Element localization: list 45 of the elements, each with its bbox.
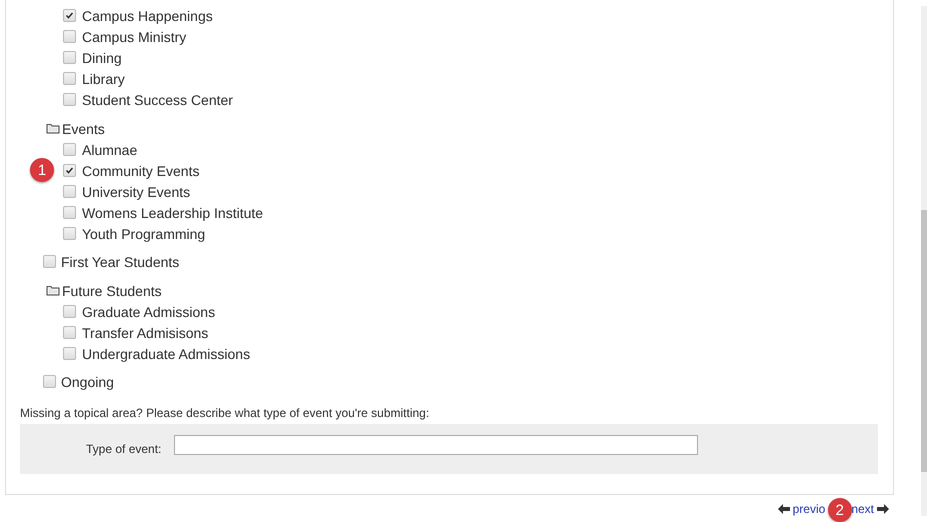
checkbox[interactable] [63,51,76,64]
scrollbar-thumb[interactable] [921,210,927,472]
checkbox[interactable] [63,326,76,339]
left-arrow-icon [778,504,790,514]
checkbox-label[interactable]: Graduate Admissions [82,304,216,320]
checkbox-label[interactable]: Student Success Center [82,92,233,108]
checkbox[interactable] [63,347,76,360]
type-of-event-field[interactable] [174,435,698,455]
checkbox-label[interactable]: Campus Happenings [82,8,213,24]
right-arrow-icon [877,504,889,514]
checkbox[interactable] [43,375,56,388]
field-label: Type of event: [86,442,162,456]
checkbox-label[interactable]: First Year Students [61,254,180,270]
folder-icon [46,123,60,134]
prompt-text: Missing a topical area? Please describe what type of event you're submitting: [20,406,430,422]
scrollbar[interactable] [921,6,927,516]
checkbox-label[interactable]: Ongoing [61,374,114,390]
checkbox-label[interactable]: Library [82,70,125,86]
checkbox[interactable] [43,255,56,268]
next-link[interactable]: next [851,502,874,516]
step-badge: 2 [828,498,852,522]
folder-label: Future Students [62,282,162,298]
checkbox[interactable] [63,206,76,219]
checkbox[interactable] [63,30,76,43]
checkbox[interactable] [63,227,76,240]
checkbox-label[interactable]: Alumnae [82,142,138,158]
checkbox[interactable] [63,164,76,177]
checkbox-label[interactable]: Dining [82,50,122,66]
checkbox[interactable] [63,305,76,318]
checkbox[interactable] [63,9,76,22]
step-badge: 1 [30,158,54,182]
checkbox-label[interactable]: Youth Programming [82,226,206,242]
folder-label: Events [62,120,105,136]
checkbox[interactable] [63,143,76,156]
previous-link[interactable]: previo [792,502,826,516]
checkbox-label[interactable]: Transfer Admisisons [82,324,208,340]
checkbox[interactable] [63,72,76,85]
checkbox-label[interactable]: Community Events [82,162,200,178]
checkbox-label[interactable]: University Events [82,184,190,200]
checkbox-label[interactable]: Campus Ministry [82,28,186,44]
checkbox-label[interactable]: Womens Leadership Institute [82,204,264,220]
checkbox-label[interactable]: Undergraduate Admissions [82,346,250,362]
checkbox[interactable] [63,93,76,106]
checkbox[interactable] [63,185,76,198]
folder-icon [46,285,60,296]
